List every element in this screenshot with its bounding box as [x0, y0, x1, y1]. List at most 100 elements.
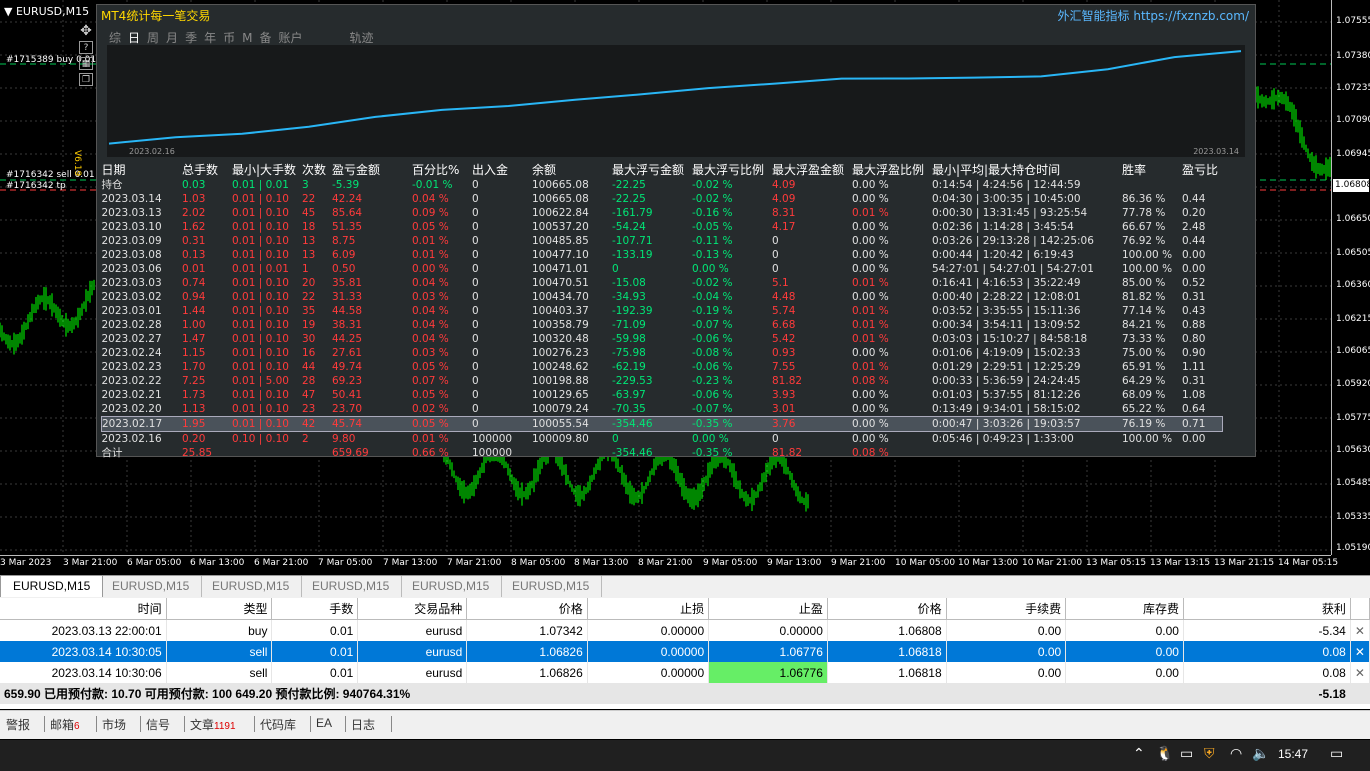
- positions-header[interactable]: 交易品种: [357, 598, 468, 620]
- stats-row[interactable]: 2023.02.17 1.95 0.01 | 0.10 42 45.74 0.05 % 0 1…: [101, 416, 1223, 432]
- time-tick-label: 6 Mar 21:00: [254, 558, 309, 568]
- positions-header[interactable]: 手续费: [946, 598, 1067, 620]
- position-row[interactable]: 2023.03.14 10:30:06 sell 0.01 eurusd 1.06826…: [0, 662, 1370, 683]
- positions-header[interactable]: 时间: [0, 598, 167, 620]
- terminal-tab[interactable]: 市场: [102, 716, 126, 733]
- window-icon[interactable]: ❐: [79, 73, 93, 86]
- stats-total-row[interactable]: 合计 25.85 659.69 0.66 % 100000 -354.46 -0.35 % 8…: [102, 446, 1223, 460]
- chart-window-tab[interactable]: EURUSD,M15: [400, 576, 503, 597]
- position-row[interactable]: 2023.03.14 10:30:05 sell 0.01 eurusd 1.06826…: [0, 641, 1370, 662]
- panel-tab[interactable]: M: [242, 31, 252, 45]
- volume-icon[interactable]: 🔈: [1252, 746, 1269, 762]
- stats-cell: 2023.03.09: [101, 235, 162, 247]
- stats-row[interactable]: 2023.02.28 1.00 0.01 | 0.10 19 38.31 0.04 % 0 1…: [102, 318, 1223, 332]
- chart-window-tab[interactable]: EURUSD,M15: [100, 576, 203, 597]
- terminal-tab[interactable]: 日志: [351, 716, 375, 733]
- position-row[interactable]: 2023.03.13 22:00:01 buy 0.01 eurusd 1.07342 0…: [0, 619, 1370, 641]
- stats-cell: 5.1: [772, 277, 789, 289]
- time-tick-label: 10 Mar 13:00: [958, 558, 1019, 568]
- stats-row[interactable]: 2023.02.21 1.73 0.01 | 0.10 47 50.41 0.05 % 0 1…: [102, 388, 1223, 402]
- price-axis[interactable]: 1.07555 1.07380 1.07235 1.07090 1.06945 1.066…: [1331, 0, 1370, 555]
- terminal-tab[interactable]: 警报: [6, 716, 30, 733]
- stats-row[interactable]: 2023.03.13 2.02 0.01 | 0.10 45 85.64 0.09 % 0 1…: [102, 206, 1223, 220]
- stats-cell: 0.31: [1182, 375, 1206, 387]
- panel-tab[interactable]: 季: [185, 31, 197, 45]
- battery-icon[interactable]: ▭: [1180, 746, 1193, 762]
- chart-window-tab[interactable]: EURUSD,M15: [0, 575, 104, 597]
- time-axis[interactable]: 3 Mar 2023 3 Mar 21:00 6 Mar 05:00 6 Mar 13…: [0, 555, 1338, 574]
- position-cell: 0.01: [271, 662, 359, 683]
- stats-row[interactable]: 持仓 0.03 0.01 | 0.01 3 -5.39 -0.01 % 0 100665.08…: [102, 178, 1223, 192]
- stats-cell: 100248.62: [532, 361, 589, 373]
- stats-row[interactable]: 2023.03.03 0.74 0.01 | 0.10 20 35.81 0.04 % 0 1…: [102, 276, 1223, 290]
- panel-tab-track[interactable]: 轨迹: [350, 31, 374, 45]
- positions-header[interactable]: 价格: [827, 598, 947, 620]
- stats-cell: 0.01 | 0.10: [232, 277, 289, 289]
- positions-header[interactable]: 价格: [466, 598, 588, 620]
- move-icon[interactable]: ✥: [79, 24, 93, 38]
- stats-cell: 3.76: [772, 416, 852, 432]
- panel-tab[interactable]: 综: [109, 31, 121, 45]
- positions-header[interactable]: 手数: [271, 598, 359, 620]
- stats-row[interactable]: 2023.02.16 0.20 0.10 | 0.10 2 9.80 0.01 % 1000…: [102, 432, 1223, 447]
- panel-tab[interactable]: 年: [204, 31, 216, 45]
- chevron-up-icon[interactable]: ⌃: [1133, 746, 1145, 762]
- stats-cell: 0.64: [1182, 403, 1206, 415]
- close-position-icon[interactable]: ✕: [1350, 619, 1370, 641]
- shield-icon[interactable]: ⛨: [1204, 746, 1215, 762]
- stats-row[interactable]: 2023.02.23 1.70 0.01 | 0.10 44 49.74 0.05 % 0 1…: [102, 360, 1223, 374]
- position-cell: 0.01: [271, 641, 359, 662]
- qq-icon[interactable]: 🐧: [1156, 746, 1173, 762]
- stats-cell: 0:03:52 | 3:35:55 | 15:11:36: [932, 305, 1081, 317]
- panel-tab[interactable]: 月: [166, 31, 178, 45]
- positions-header[interactable]: 库存费: [1065, 598, 1184, 620]
- terminal-tab[interactable]: EA: [316, 716, 332, 730]
- stats-row[interactable]: 2023.03.10 1.62 0.01 | 0.10 18 51.35 0.05 % 0 1…: [102, 220, 1223, 234]
- time-tick-label: 10 Mar 05:00: [895, 558, 956, 568]
- stats-cell: 0.01 | 0.10: [232, 305, 289, 317]
- close-position-icon[interactable]: ✕: [1350, 662, 1370, 683]
- stats-row[interactable]: 2023.02.24 1.15 0.01 | 0.10 16 27.61 0.03 % 0 1…: [102, 346, 1223, 360]
- stats-cell: 0.00 %: [852, 193, 889, 205]
- chart-window-tab[interactable]: EURUSD,M15: [500, 576, 603, 597]
- panel-tab[interactable]: 币: [223, 31, 235, 45]
- stats-row[interactable]: 2023.03.02 0.94 0.01 | 0.10 22 31.33 0.03 % 0 1…: [102, 290, 1223, 304]
- stats-cell: 100358.79: [532, 319, 589, 331]
- stats-row[interactable]: 2023.03.06 0.01 0.01 | 0.01 1 0.50 0.00 % 0 100…: [102, 262, 1223, 276]
- stats-cell: 45.74: [332, 416, 412, 432]
- stats-cell: 0.00 %: [692, 433, 729, 445]
- positions-header[interactable]: 止盈: [708, 598, 828, 620]
- wifi-icon[interactable]: ◠: [1230, 746, 1242, 762]
- panel-tab[interactable]: 日: [128, 31, 140, 45]
- stats-row[interactable]: 2023.03.14 1.03 0.01 | 0.10 22 42.24 0.04 % 0 1…: [102, 192, 1223, 206]
- stats-cell: 0.03 %: [412, 291, 449, 303]
- positions-header[interactable]: 类型: [166, 598, 273, 620]
- panel-site-link[interactable]: 外汇智能指标 https://fxznzb.com/: [1058, 7, 1249, 24]
- terminal-tab[interactable]: 文章1191: [190, 716, 236, 733]
- stats-row[interactable]: 2023.03.09 0.31 0.01 | 0.10 13 8.75 0.01 % 0 10…: [102, 234, 1223, 248]
- panel-tab[interactable]: 周: [147, 31, 159, 45]
- price-chart[interactable]: ▼ EURUSD,M15 #1715389 buy 0.01 #1716342 …: [0, 0, 1370, 573]
- help-icon[interactable]: ?: [79, 41, 93, 54]
- notification-icon[interactable]: ▭: [1330, 746, 1343, 762]
- panel-tab[interactable]: 备: [259, 31, 271, 45]
- stats-row[interactable]: 2023.03.01 1.44 0.01 | 0.10 35 44.58 0.04 % 0 1…: [102, 304, 1223, 318]
- positions-header[interactable]: 止损: [587, 598, 710, 620]
- grid-icon[interactable]: ▦: [79, 57, 93, 70]
- clock-time[interactable]: 15:47: [1278, 747, 1308, 761]
- terminal-tab[interactable]: 信号: [146, 716, 170, 733]
- chart-window-tab[interactable]: EURUSD,M15: [200, 576, 303, 597]
- stats-row[interactable]: 2023.02.22 7.25 0.01 | 5.00 28 69.23 0.07 % 0 1…: [102, 374, 1223, 388]
- close-position-icon[interactable]: ✕: [1350, 641, 1370, 662]
- stats-row[interactable]: 2023.03.08 0.13 0.01 | 0.10 13 6.09 0.01 % 0 10…: [102, 248, 1223, 262]
- stats-row[interactable]: 2023.02.27 1.47 0.01 | 0.10 30 44.25 0.04 % 0 1…: [102, 332, 1223, 346]
- stats-cell: 4.48: [772, 291, 796, 303]
- positions-header[interactable]: 获利: [1183, 598, 1351, 620]
- stats-row[interactable]: 2023.02.20 1.13 0.01 | 0.10 23 23.70 0.02 % 0 1…: [102, 402, 1223, 417]
- panel-tab[interactable]: 账户: [278, 31, 302, 45]
- terminal-tab[interactable]: 邮箱6: [50, 716, 80, 733]
- terminal-tab[interactable]: 代码库: [260, 716, 296, 733]
- time-tick-label: 6 Mar 13:00: [190, 558, 245, 568]
- time-tick-label: 8 Mar 21:00: [638, 558, 693, 568]
- chart-window-tab[interactable]: EURUSD,M15: [300, 576, 403, 597]
